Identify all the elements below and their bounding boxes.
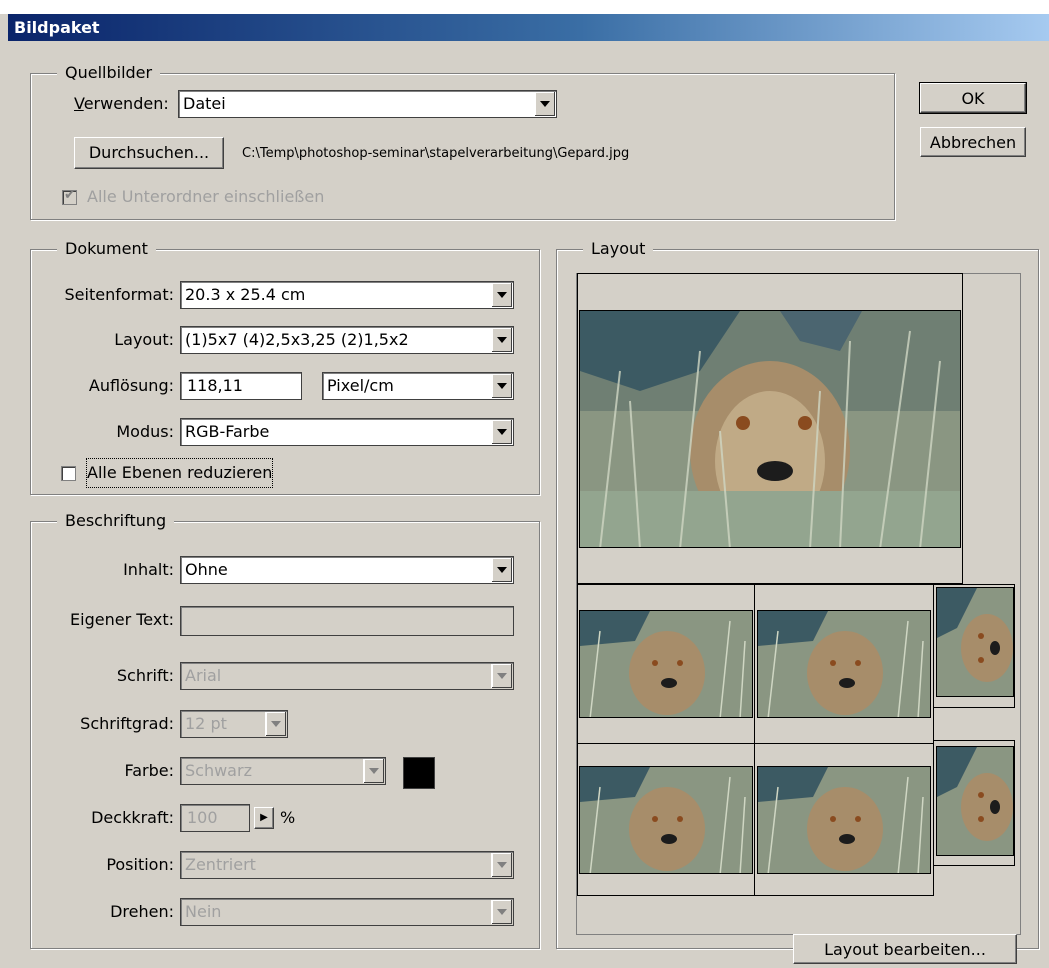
cancel-button[interactable]: Abbrechen [920, 127, 1026, 157]
caption-legend: Beschriftung [57, 510, 175, 532]
font-select[interactable]: Arial [180, 662, 514, 690]
chevron-down-icon[interactable] [363, 759, 384, 783]
source-images-legend: Quellbilder [57, 62, 161, 84]
opacity-slider-arrow-icon[interactable]: ▶ [254, 807, 274, 829]
chevron-down-icon[interactable] [491, 558, 512, 582]
resolution-unit-select[interactable]: Pixel/cm [322, 372, 514, 400]
custom-text-label: Eigener Text: [70, 610, 174, 629]
include-subfolders-checkbox[interactable]: ✔ [62, 187, 77, 205]
cheetah-photo-thumb [579, 766, 753, 874]
chevron-down-icon[interactable] [491, 374, 512, 398]
font-label: Schrift: [116, 666, 174, 685]
position-select[interactable]: Zentriert [180, 851, 514, 879]
cheetah-photo-thumb [757, 610, 931, 718]
layout-label: Layout: [114, 330, 174, 349]
content-select[interactable]: Ohne [180, 556, 514, 584]
rotate-select[interactable]: Nein [180, 898, 514, 926]
cheetah-photo-thumb [757, 766, 931, 874]
source-path: C:\Temp\photoshop-seminar\stapelverarbei… [242, 146, 630, 161]
color-select[interactable]: Schwarz [180, 757, 386, 785]
mode-label: Modus: [116, 422, 174, 441]
document-legend: Dokument [57, 238, 156, 260]
use-select[interactable]: Datei [178, 90, 557, 118]
include-subfolders-label: Alle Unterordner einschließen [87, 187, 325, 206]
rotate-label: Drehen: [110, 902, 174, 921]
browse-button[interactable]: Durchsuchen... [74, 137, 224, 169]
content-label: Inhalt: [123, 560, 174, 579]
font-size-select[interactable]: 12 pt [180, 710, 288, 738]
chevron-down-icon[interactable] [491, 853, 512, 877]
color-swatch[interactable] [403, 757, 435, 789]
mode-select[interactable]: RGB-Farbe [180, 418, 514, 446]
opacity-input[interactable]: 100 [180, 804, 250, 832]
opacity-label: Deckkraft: [91, 808, 174, 827]
position-label: Position: [106, 855, 174, 874]
layout-legend: Layout [583, 238, 654, 260]
checkmark-icon: ✔ [64, 187, 76, 203]
use-label: Verwenden: [74, 94, 169, 113]
flatten-layers-label[interactable]: Alle Ebenen reduzieren [85, 458, 274, 488]
chevron-down-icon[interactable] [491, 664, 512, 688]
color-label: Farbe: [124, 761, 174, 780]
window-title: Bildpaket [14, 18, 100, 37]
layout-select[interactable]: (1)5x7 (4)2,5x3,25 (2)1,5x2 [180, 326, 514, 354]
opacity-unit: % [280, 808, 296, 827]
cheetah-photo-thumb [579, 610, 753, 718]
cheetah-photo-large [579, 310, 961, 548]
cheetah-photo-rotated [936, 746, 1014, 856]
chevron-down-icon[interactable] [491, 328, 512, 352]
chevron-down-icon[interactable] [491, 900, 512, 924]
font-size-label: Schriftgrad: [80, 714, 174, 733]
resolution-label: Auflösung: [88, 376, 174, 395]
flatten-layers-checkbox[interactable] [61, 466, 76, 481]
custom-text-input[interactable] [180, 606, 514, 636]
chevron-down-icon[interactable] [491, 283, 512, 307]
resolution-input[interactable]: 118,11 [180, 372, 302, 400]
chevron-down-icon[interactable] [491, 420, 512, 444]
dialog-body: Quellbilder Verwenden: Datei Durchsuchen… [8, 41, 1049, 968]
page-size-select[interactable]: 20.3 x 25.4 cm [180, 281, 514, 309]
title-bar: Bildpaket [8, 14, 1049, 41]
chevron-down-icon[interactable] [265, 712, 286, 736]
page-size-label: Seitenformat: [64, 285, 174, 304]
layout-edit-button[interactable]: Layout bearbeiten... [793, 934, 1017, 964]
cheetah-photo-rotated [936, 587, 1014, 697]
layout-preview [576, 273, 1021, 935]
chevron-down-icon[interactable] [534, 92, 555, 116]
ok-button[interactable]: OK [919, 82, 1027, 114]
background-strip [0, 0, 1049, 14]
